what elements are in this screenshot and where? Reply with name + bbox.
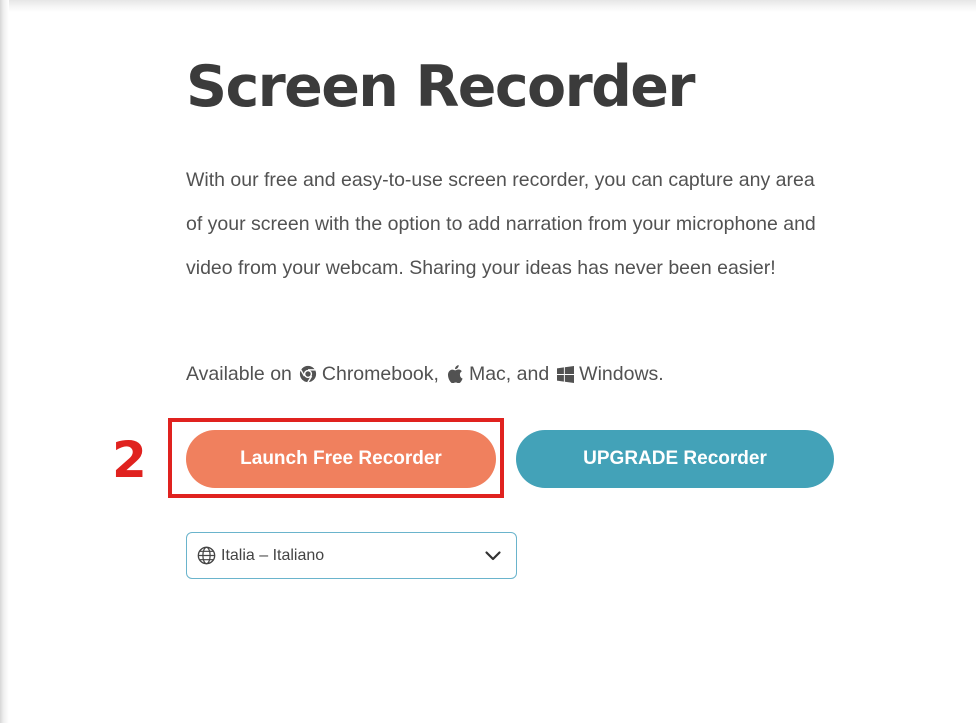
chevron-down-icon [484,547,502,565]
globe-icon [197,546,216,565]
availability-prefix: Available on [186,363,292,385]
launch-free-recorder-button[interactable]: Launch Free Recorder [186,430,496,488]
page: Screen Recorder With our free and easy-t… [0,0,976,723]
page-title: Screen Recorder [186,54,695,120]
page-description: With our free and easy-to-use screen rec… [186,169,816,279]
window-top-edge [0,0,976,12]
window-left-edge [0,0,9,723]
chromebook-label: Chromebook, [321,363,439,385]
windows-label: Windows. [579,363,664,385]
windows-icon [555,364,575,384]
step-annotation-number: 2 [112,431,147,489]
chrome-icon [298,364,318,384]
mac-label: Mac, and [468,363,550,385]
apple-icon [445,364,465,384]
language-select-value: Italia – Italiano [221,546,325,564]
language-select[interactable]: Italia – Italiano [186,532,517,579]
upgrade-recorder-button[interactable]: UPGRADE Recorder [516,430,834,488]
availability-line: Available on Chromebook, Mac, and Window… [186,358,664,390]
